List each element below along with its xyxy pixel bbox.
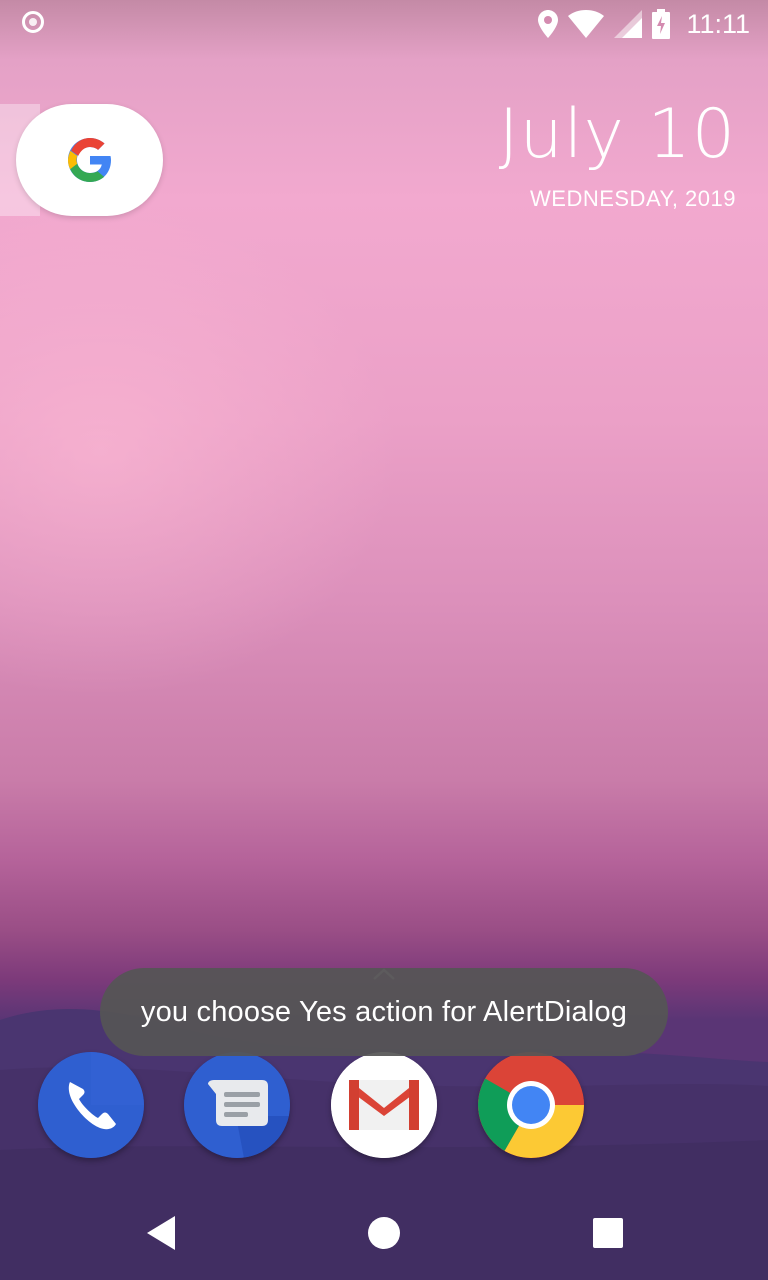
weekday-year-text: WEDNESDAY, 2019 [530,186,736,211]
location-icon [538,10,559,38]
chrome-icon [478,1052,584,1158]
messages-icon [184,1052,290,1158]
app-dock [0,1052,768,1160]
recents-button[interactable] [583,1208,633,1258]
recents-icon [593,1218,623,1248]
home-icon [368,1217,400,1249]
status-bar: 11:11 [0,0,768,48]
phone-icon [38,1052,144,1158]
chrome-app-icon[interactable] [478,1052,584,1158]
date-text: July 10 [498,95,736,174]
gmail-app-icon[interactable] [331,1052,437,1158]
signal-icon [614,10,643,38]
status-time: 11:11 [686,8,750,39]
navigation-bar [0,1184,768,1280]
date-widget[interactable]: July 10 WEDNESDAY, 2019 [499,96,736,212]
status-icons: 11:11 [538,8,750,40]
google-g-icon [67,138,111,182]
toast-message: you choose Yes action for AlertDialog [100,968,668,1056]
battery-charging-icon [652,9,671,39]
back-icon [147,1216,175,1250]
gmail-icon [331,1052,437,1158]
back-button[interactable] [136,1208,186,1258]
wifi-icon [568,10,605,38]
toast-text: you choose Yes action for AlertDialog [140,995,628,1028]
notification-dot-icon [22,11,44,33]
messages-app-icon[interactable] [184,1052,290,1158]
google-search-widget[interactable] [16,104,163,216]
wallpaper-glow [0,200,400,700]
home-button[interactable] [359,1208,409,1258]
phone-app-icon[interactable] [38,1052,144,1158]
